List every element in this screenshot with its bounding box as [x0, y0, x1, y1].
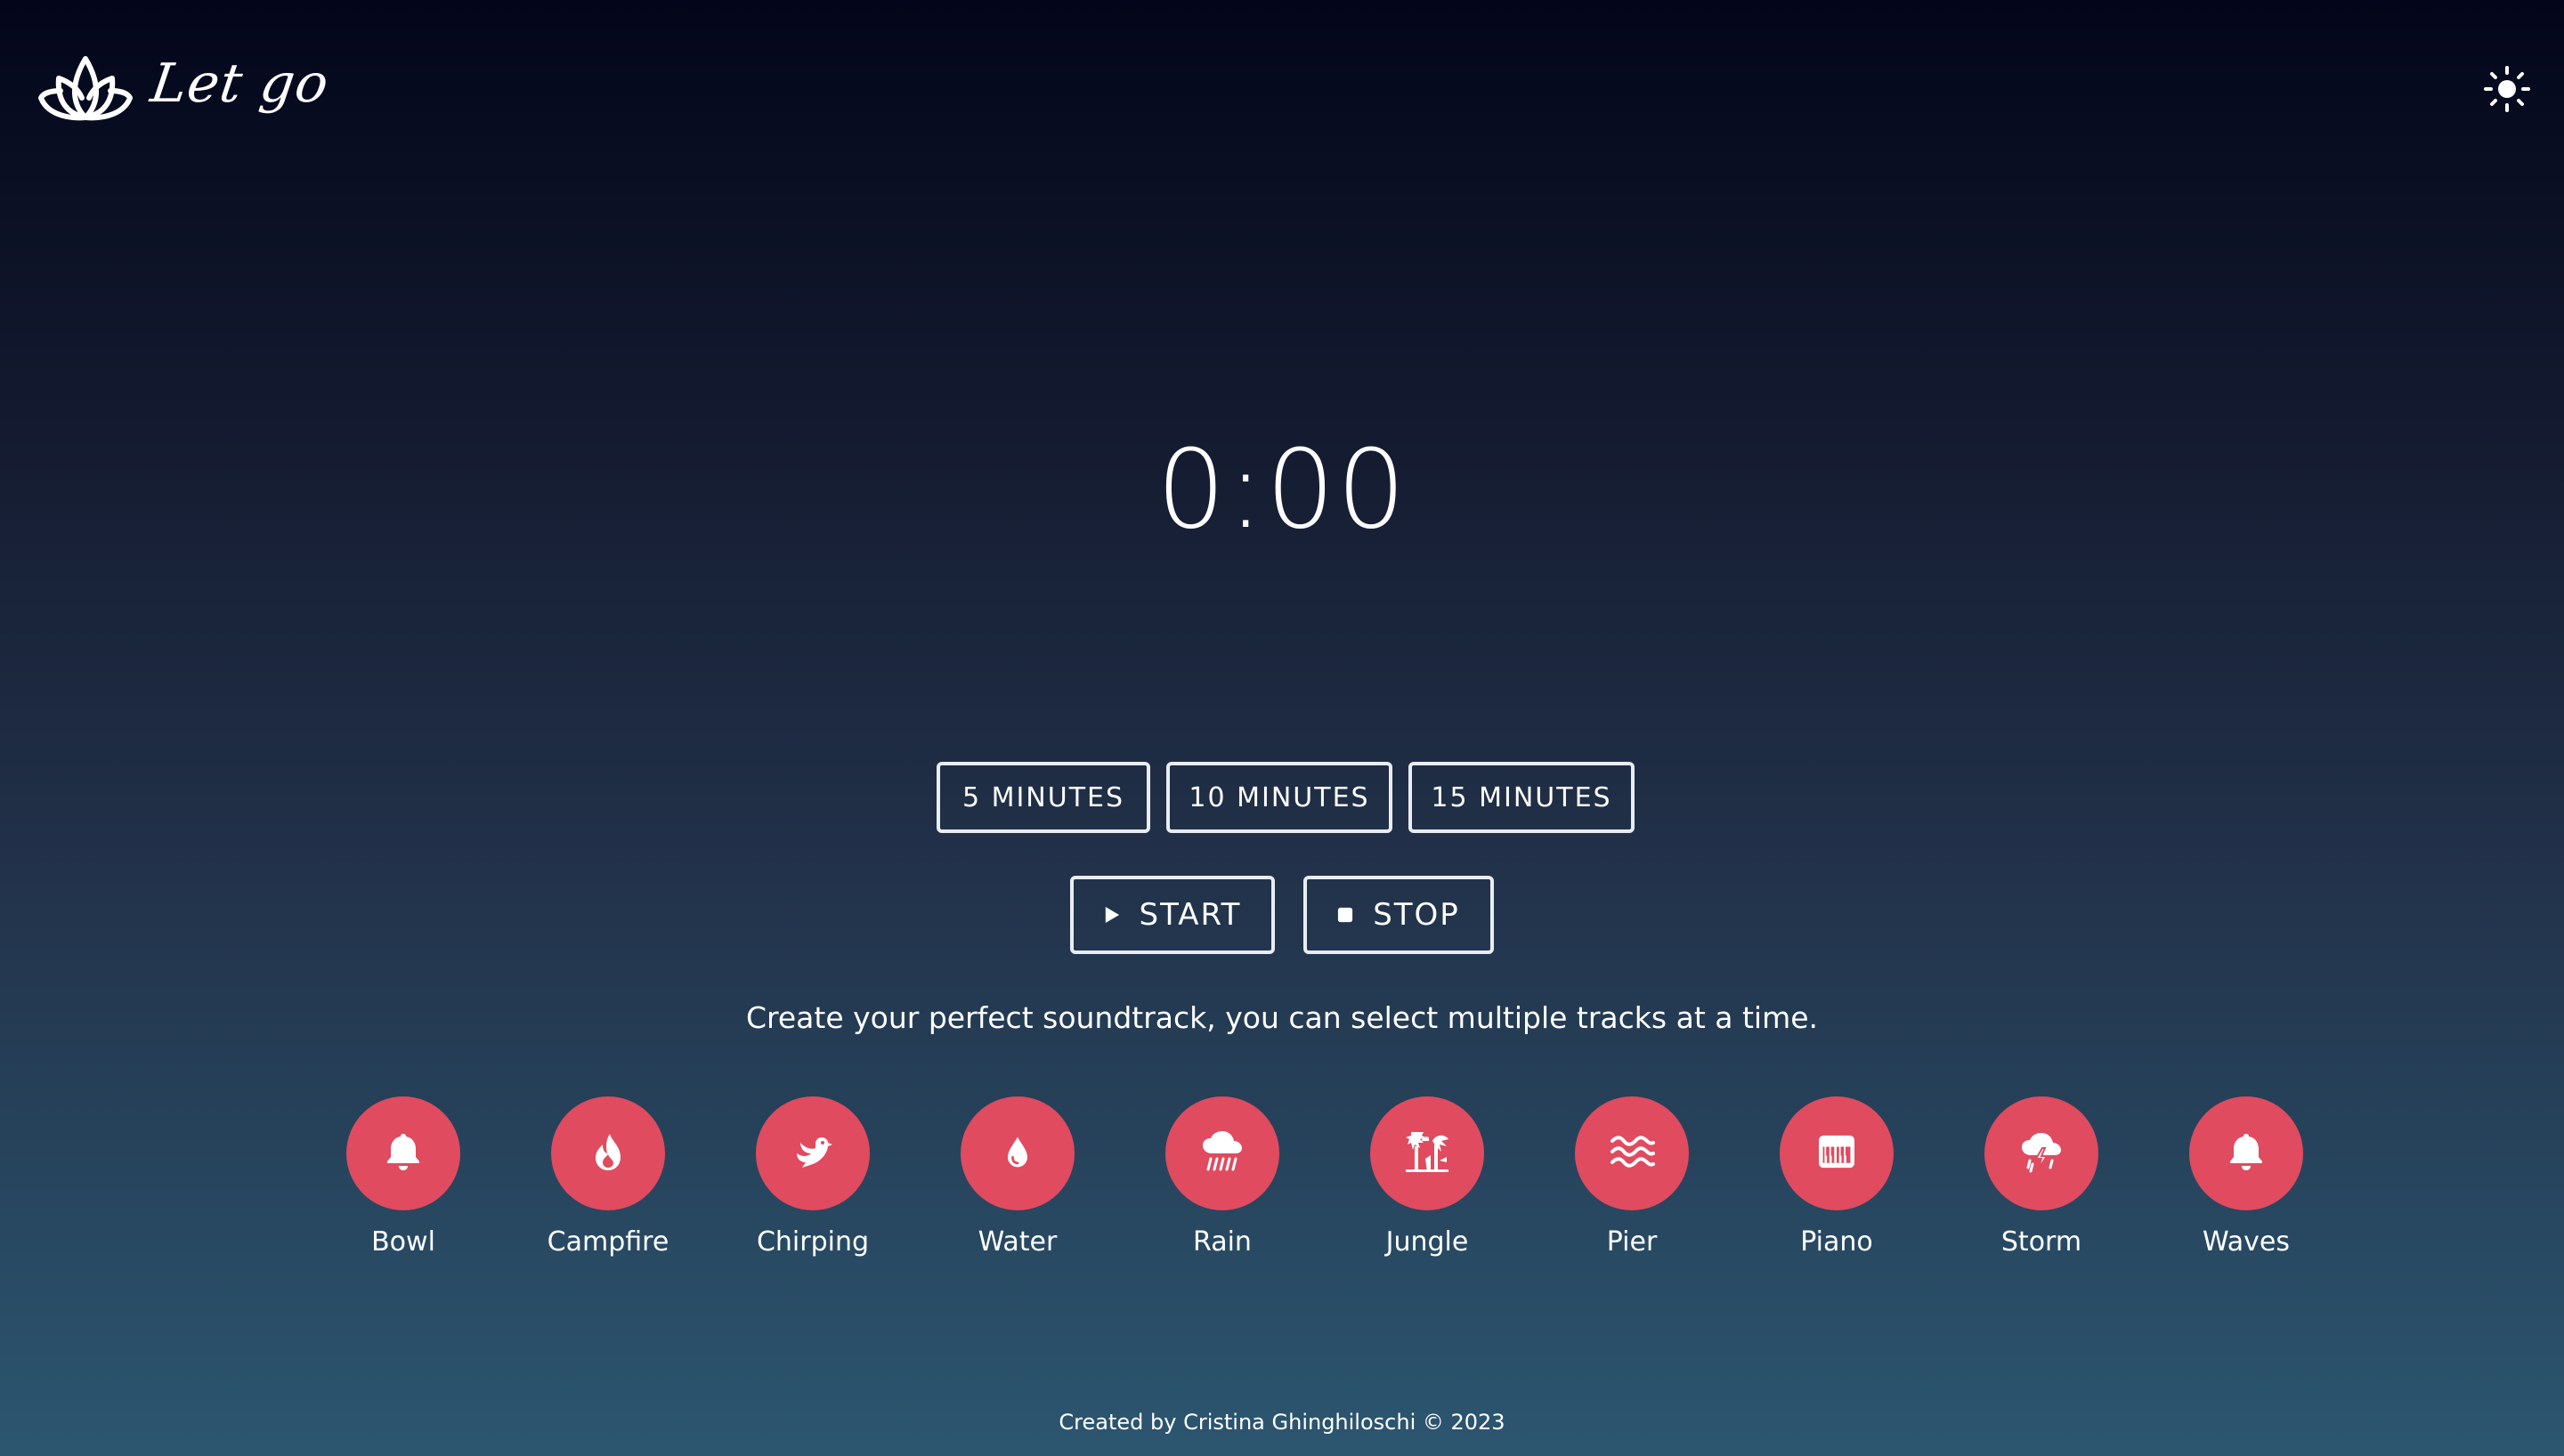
track-list: Bowl Campfire Chirping Water Rain Jungle…	[301, 1096, 2349, 1262]
duration-5-minutes-button[interactable]: 5 MINUTES	[937, 762, 1150, 833]
track-label: Piano	[1800, 1226, 1873, 1258]
start-label: START	[1139, 897, 1242, 933]
timer-display: 0:00	[1156, 426, 1408, 553]
track-label: Pier	[1606, 1226, 1658, 1258]
header: Let go	[0, 0, 2564, 178]
track-button[interactable]	[1780, 1096, 1894, 1210]
stop-button[interactable]: STOP	[1303, 876, 1494, 954]
logo-text: Let go	[147, 53, 333, 115]
track-water[interactable]: Water	[915, 1096, 1120, 1262]
track-jungle[interactable]: Jungle	[1325, 1096, 1529, 1262]
track-piano[interactable]: Piano	[1734, 1096, 1939, 1262]
stop-label: STOP	[1373, 897, 1460, 933]
tree-icon	[1404, 1128, 1450, 1178]
lotus-icon	[37, 39, 134, 128]
track-label: Storm	[2000, 1226, 2082, 1258]
track-storm[interactable]: Storm	[1939, 1096, 2144, 1262]
theme-toggle-button[interactable]	[2484, 66, 2530, 112]
cloud-rain-icon	[1199, 1128, 1245, 1178]
track-label: Jungle	[1385, 1226, 1469, 1258]
soundtrack-hint: Create your perfect soundtrack, you can …	[745, 1000, 1819, 1035]
track-button[interactable]	[346, 1096, 460, 1210]
play-icon	[1104, 905, 1120, 925]
track-label: Waves	[2203, 1226, 2290, 1258]
duration-15-minutes-button[interactable]: 15 MINUTES	[1408, 762, 1635, 833]
footer-credit: Created by Cristina Ghinghiloschi © 2023	[1059, 1410, 1505, 1435]
track-button[interactable]	[2189, 1096, 2303, 1210]
track-rain[interactable]: Rain	[1120, 1096, 1325, 1262]
track-button[interactable]	[1984, 1096, 2098, 1210]
track-pier[interactable]: Pier	[1529, 1096, 1734, 1262]
playback-controls: START STOP	[1070, 876, 1494, 954]
track-button[interactable]	[756, 1096, 870, 1210]
track-label: Bowl	[371, 1226, 435, 1258]
track-label: Chirping	[756, 1226, 870, 1258]
piano-icon	[1817, 1134, 1856, 1173]
track-label: Rain	[1193, 1226, 1252, 1258]
waves-icon	[1609, 1132, 1655, 1175]
cloud-bolt-icon	[2018, 1128, 2065, 1178]
track-button[interactable]	[551, 1096, 665, 1210]
track-campfire[interactable]: Campfire	[506, 1096, 710, 1262]
bell-icon	[2225, 1130, 2268, 1177]
stop-icon	[1337, 907, 1353, 923]
track-bowl[interactable]: Bowl	[301, 1096, 506, 1262]
track-chirping[interactable]: Chirping	[710, 1096, 915, 1262]
start-button[interactable]: START	[1070, 876, 1275, 954]
duration-10-minutes-button[interactable]: 10 MINUTES	[1166, 762, 1392, 833]
track-button[interactable]	[1165, 1096, 1279, 1210]
duration-options: 5 MINUTES 10 MINUTES 15 MINUTES	[937, 762, 1635, 833]
bird-icon	[791, 1130, 834, 1177]
bell-icon	[382, 1130, 425, 1177]
droplet-icon	[998, 1132, 1037, 1175]
track-label: Campfire	[547, 1226, 669, 1258]
logo[interactable]: Let go	[37, 39, 333, 128]
fire-icon	[587, 1130, 629, 1177]
track-button[interactable]	[961, 1096, 1075, 1210]
track-waves[interactable]: Waves	[2144, 1096, 2349, 1262]
track-button[interactable]	[1370, 1096, 1484, 1210]
track-button[interactable]	[1575, 1096, 1689, 1210]
sun-icon	[2484, 66, 2530, 116]
track-label: Water	[978, 1226, 1058, 1258]
